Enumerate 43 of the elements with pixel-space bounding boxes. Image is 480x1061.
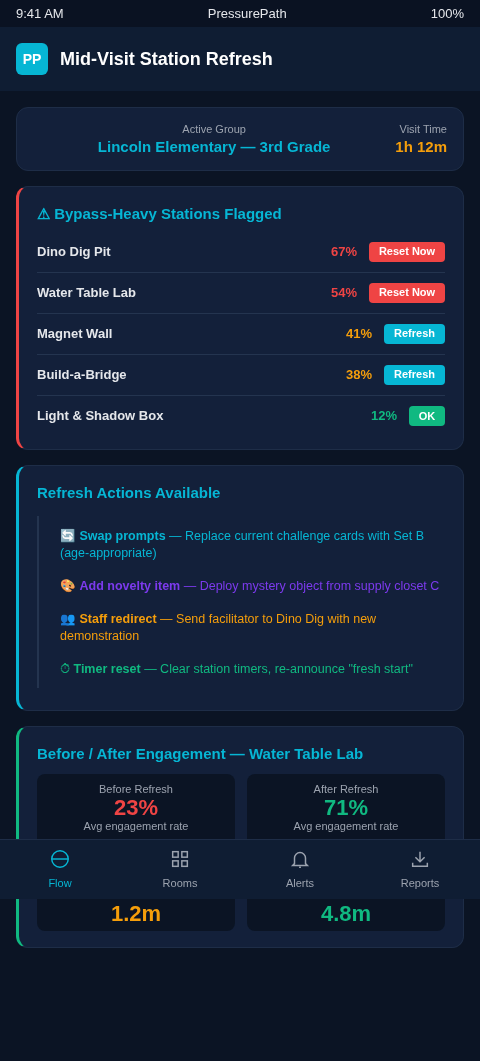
station-action-button[interactable]: OK bbox=[409, 406, 445, 426]
visit-time: 1h 12m bbox=[395, 137, 447, 157]
station-action-button[interactable]: Refresh bbox=[384, 323, 445, 344]
metric-value: 4.8m bbox=[320, 900, 372, 927]
status-title: PressurePath bbox=[207, 4, 287, 23]
action-item: 🔄 Swap prompts — Replace current challenge cards with Set B (age-appropriate) bbox=[60, 528, 426, 562]
station-name: Dino Dig Pit bbox=[37, 242, 112, 261]
station-action-button[interactable]: Reset Now bbox=[369, 241, 445, 262]
nav-tab[interactable]: Reports bbox=[360, 847, 480, 892]
station-action-button[interactable]: Refresh bbox=[384, 364, 445, 385]
nav-tab[interactable]: Alerts bbox=[240, 847, 360, 892]
nav-tab[interactable]: Flow bbox=[0, 847, 120, 892]
metric-value: 71% bbox=[323, 795, 368, 820]
station-name: Water Table Lab bbox=[37, 283, 137, 302]
station-percent: 38% bbox=[345, 365, 372, 384]
metric-value: 1.2m bbox=[110, 900, 162, 927]
metric-value: 23% bbox=[113, 795, 158, 820]
station-percent: 54% bbox=[330, 283, 357, 302]
status-time: 9:41 AM bbox=[16, 4, 64, 23]
action-item: ⏱ Timer reset — Clear station timers, re-announce "fresh start" bbox=[60, 661, 414, 678]
card-title: ⚠ Bypass-Heavy Stations Flagged bbox=[37, 204, 283, 224]
station-percent: 41% bbox=[345, 324, 372, 343]
metric-label: After Refresh bbox=[313, 781, 379, 796]
station-name: Build-a-Bridge bbox=[37, 365, 128, 384]
action-item: 🎨 Add novelty item — Deploy mystery object from supply closet C bbox=[60, 578, 441, 595]
station-percent: 12% bbox=[370, 407, 397, 426]
card-title: Refresh Actions Available bbox=[37, 482, 222, 503]
app-logo: PP bbox=[16, 43, 48, 75]
station-percent: 67% bbox=[330, 242, 357, 261]
station-name: Magnet Wall bbox=[37, 324, 114, 343]
nav-tab[interactable]: Rooms bbox=[120, 847, 240, 892]
station-action-button[interactable]: Reset Now bbox=[369, 282, 445, 303]
metric-caption: Avg engagement rate bbox=[293, 819, 399, 833]
group-name: Lincoln Elementary — 3rd Grade bbox=[97, 137, 331, 157]
group-label: Active Group bbox=[182, 122, 246, 138]
action-item: 👥 Staff redirect — Send facilitator to Dino Dig with new demonstration bbox=[60, 611, 378, 645]
card-title: Before / After Engagement — Water Table Lab bbox=[37, 744, 365, 764]
page-title: Mid-Visit Station Refresh bbox=[60, 47, 273, 71]
metric-caption: Avg engagement rate bbox=[83, 819, 189, 833]
visit-time-label: Visit Time bbox=[399, 122, 447, 138]
metric-label: Before Refresh bbox=[99, 781, 173, 796]
station-name: Light & Shadow Box bbox=[37, 407, 165, 426]
battery-level: 100% bbox=[430, 4, 464, 23]
